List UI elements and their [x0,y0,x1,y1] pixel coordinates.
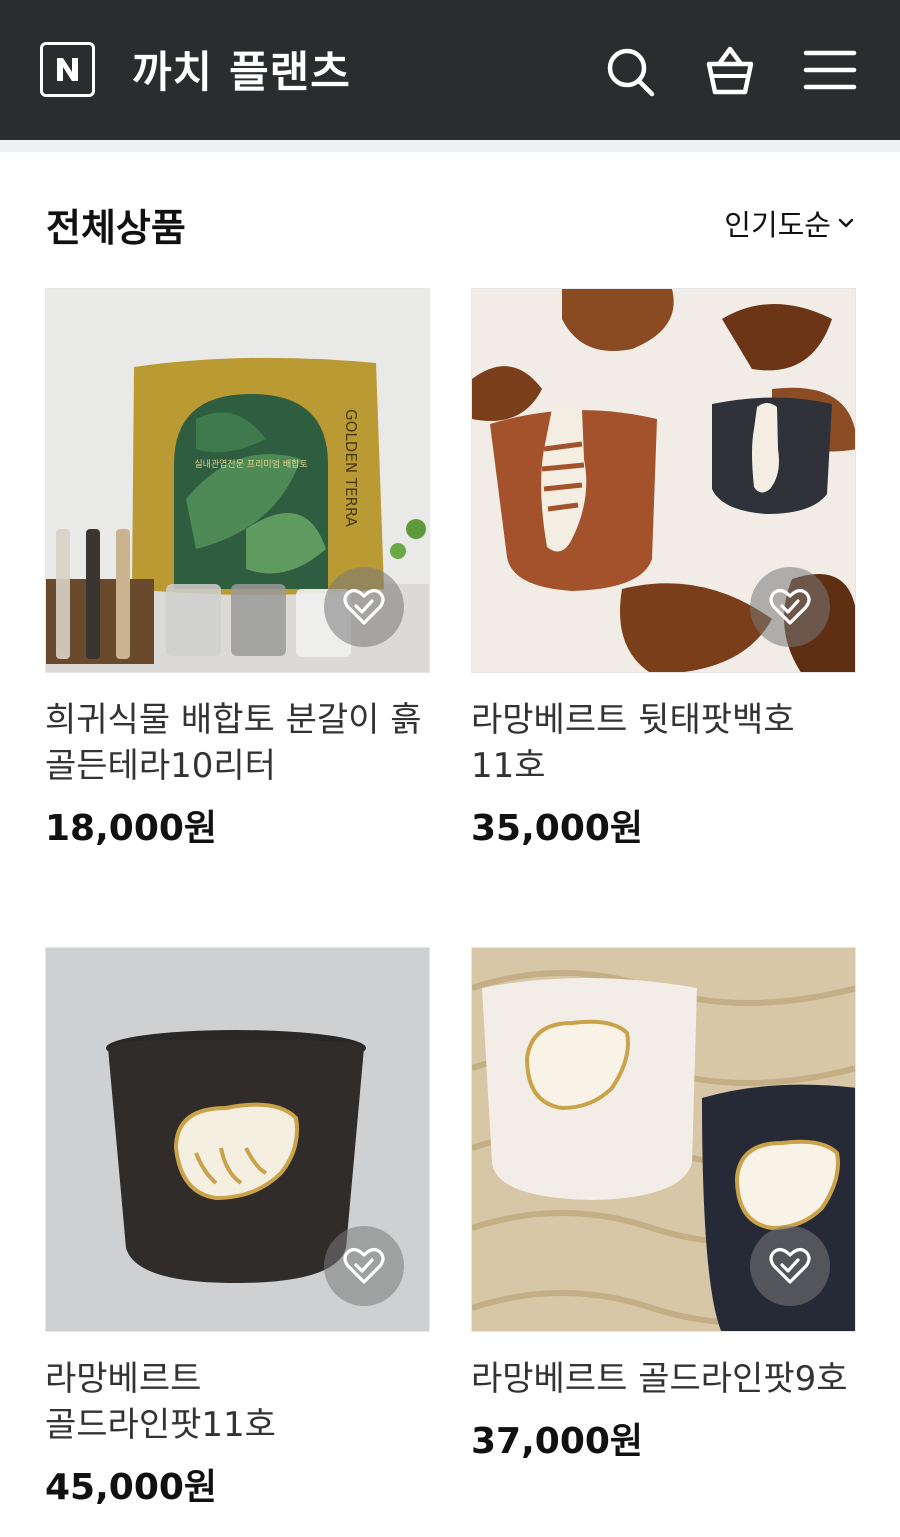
store-title[interactable]: 까치 플랜츠 [132,38,351,100]
product-name[interactable]: 라망베르트 골드라인팟9호 [471,1356,856,1402]
search-icon[interactable] [600,40,660,100]
product-card[interactable]: 라망베르트 골드라인팟11호 45,000원 [45,947,430,1510]
heart-check-icon[interactable] [750,567,830,647]
product-price: 18,000원 [45,808,218,849]
product-card[interactable]: 라망베르트 뒷태팟백호 11호 35,000원 [471,288,856,851]
product-name[interactable]: 라망베르트 골드라인팟11호 [45,1356,430,1448]
product-image[interactable] [471,947,856,1332]
package-tagline-text: 실내관엽전문 프리미엄 배합토 [194,458,307,470]
sort-dropdown[interactable]: 인기도순 [724,205,855,242]
top-navigation-bar: 까치 플랜츠 [0,0,900,140]
product-image[interactable]: GOLDEN TERRA 실내관엽전문 프리미엄 배합토 [45,288,430,673]
hamburger-menu-icon[interactable] [800,40,860,100]
product-card[interactable]: 라망베르트 골드라인팟9호 37,000원 [471,947,856,1464]
product-price: 37,000원 [471,1421,644,1462]
heart-check-icon[interactable] [324,1226,404,1306]
package-brand-text: GOLDEN TERRA [342,409,360,528]
section-title: 전체상품 [46,206,186,250]
shopping-bag-icon[interactable] [700,40,760,100]
heart-check-icon[interactable] [324,567,404,647]
naver-n-logo-icon[interactable] [40,42,95,97]
product-image[interactable] [45,947,430,1332]
product-price: 35,000원 [471,808,644,849]
heart-check-icon[interactable] [750,1226,830,1306]
product-card[interactable]: GOLDEN TERRA 실내관엽전문 프리미엄 배합토 희귀식물 배합토 분갈… [45,288,430,851]
product-price: 45,000원 [45,1467,218,1508]
product-name[interactable]: 라망베르트 뒷태팟백호 11호 [471,697,856,789]
product-image[interactable] [471,288,856,673]
chevron-down-icon [838,218,854,228]
product-name[interactable]: 희귀식물 배합토 분갈이 흙 골든테라10리터 [45,697,430,789]
sort-label: 인기도순 [724,208,831,242]
header-divider [0,140,900,152]
